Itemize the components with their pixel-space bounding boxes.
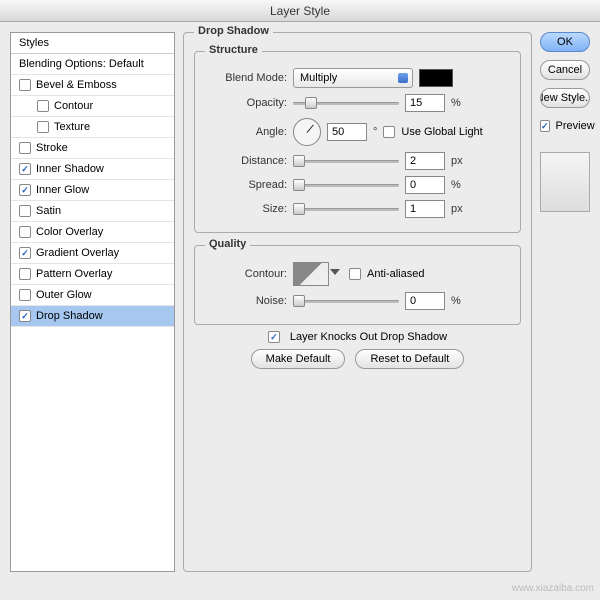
style-checkbox[interactable]	[37, 100, 49, 112]
watermark: www.xiazaiba.com	[512, 583, 594, 594]
sidebar-item-contour[interactable]: Contour	[11, 96, 174, 117]
distance-input[interactable]	[405, 152, 445, 170]
blend-mode-select[interactable]: Multiply	[293, 68, 413, 88]
anti-aliased-label: Anti-aliased	[367, 268, 424, 280]
sidebar-item-pattern-overlay[interactable]: Pattern Overlay	[11, 264, 174, 285]
angle-label: Angle:	[207, 126, 287, 138]
styles-panel: Styles Blending Options: Default Bevel &…	[10, 32, 175, 572]
size-unit: px	[451, 203, 463, 215]
style-label: Bevel & Emboss	[36, 79, 117, 91]
style-checkbox[interactable]	[19, 79, 31, 91]
size-slider[interactable]	[293, 202, 399, 216]
style-label: Inner Glow	[36, 184, 89, 196]
window-title: Layer Style	[0, 0, 600, 22]
style-label: Drop Shadow	[36, 310, 103, 322]
style-checkbox[interactable]	[19, 226, 31, 238]
style-checkbox[interactable]	[19, 142, 31, 154]
style-checkbox[interactable]	[19, 310, 31, 322]
shadow-color-swatch[interactable]	[419, 69, 453, 87]
make-default-button[interactable]: Make Default	[251, 349, 346, 369]
sidebar-item-stroke[interactable]: Stroke	[11, 138, 174, 159]
style-checkbox[interactable]	[19, 184, 31, 196]
opacity-label: Opacity:	[207, 97, 287, 109]
style-label: Stroke	[36, 142, 68, 154]
sidebar-item-texture[interactable]: Texture	[11, 117, 174, 138]
sidebar-item-drop-shadow[interactable]: Drop Shadow	[11, 306, 174, 327]
knockout-label: Layer Knocks Out Drop Shadow	[290, 331, 447, 343]
opacity-unit: %	[451, 97, 461, 109]
sidebar-item-outer-glow[interactable]: Outer Glow	[11, 285, 174, 306]
size-label: Size:	[207, 203, 287, 215]
reset-default-button[interactable]: Reset to Default	[355, 349, 464, 369]
sidebar-item-inner-shadow[interactable]: Inner Shadow	[11, 159, 174, 180]
drop-shadow-panel: Drop Shadow Structure Blend Mode: Multip…	[183, 32, 532, 572]
preview-label: Preview	[556, 120, 595, 132]
cancel-button[interactable]: Cancel	[540, 60, 590, 80]
panel-title: Drop Shadow	[194, 25, 273, 37]
noise-unit: %	[451, 295, 461, 307]
style-checkbox[interactable]	[19, 163, 31, 175]
spread-slider[interactable]	[293, 178, 399, 192]
angle-unit: °	[373, 126, 377, 138]
distance-label: Distance:	[207, 155, 287, 167]
preview-thumbnail	[540, 152, 590, 212]
sidebar-item-bevel-emboss[interactable]: Bevel & Emboss	[11, 75, 174, 96]
style-label: Color Overlay	[36, 226, 103, 238]
size-input[interactable]	[405, 200, 445, 218]
angle-input[interactable]	[327, 123, 367, 141]
global-light-checkbox[interactable]	[383, 126, 395, 138]
quality-legend: Quality	[205, 238, 250, 250]
structure-group: Structure Blend Mode: Multiply Opacity: …	[194, 51, 521, 233]
anti-aliased-checkbox[interactable]	[349, 268, 361, 280]
global-light-label: Use Global Light	[401, 126, 482, 138]
spread-input[interactable]	[405, 176, 445, 194]
angle-dial[interactable]	[293, 118, 321, 146]
noise-input[interactable]	[405, 292, 445, 310]
style-checkbox[interactable]	[37, 121, 49, 133]
style-checkbox[interactable]	[19, 205, 31, 217]
blend-mode-label: Blend Mode:	[207, 72, 287, 84]
opacity-slider[interactable]	[293, 96, 399, 110]
spread-label: Spread:	[207, 179, 287, 191]
sidebar-item-inner-glow[interactable]: Inner Glow	[11, 180, 174, 201]
style-label: Satin	[36, 205, 61, 217]
opacity-input[interactable]	[405, 94, 445, 112]
structure-legend: Structure	[205, 44, 262, 56]
style-checkbox[interactable]	[19, 268, 31, 280]
style-label: Inner Shadow	[36, 163, 104, 175]
contour-picker[interactable]	[293, 262, 329, 286]
style-label: Texture	[54, 121, 90, 133]
styles-header[interactable]: Styles	[11, 33, 174, 54]
ok-button[interactable]: OK	[540, 32, 590, 52]
spread-unit: %	[451, 179, 461, 191]
blending-options[interactable]: Blending Options: Default	[11, 54, 174, 75]
style-checkbox[interactable]	[19, 289, 31, 301]
quality-group: Quality Contour: Anti-aliased Noise: %	[194, 245, 521, 325]
style-label: Outer Glow	[36, 289, 92, 301]
style-checkbox[interactable]	[19, 247, 31, 259]
preview-checkbox[interactable]	[540, 120, 550, 132]
sidebar-item-gradient-overlay[interactable]: Gradient Overlay	[11, 243, 174, 264]
style-label: Pattern Overlay	[36, 268, 112, 280]
noise-slider[interactable]	[293, 294, 399, 308]
noise-label: Noise:	[207, 295, 287, 307]
style-label: Contour	[54, 100, 93, 112]
contour-label: Contour:	[207, 268, 287, 280]
dialog-buttons: OK Cancel New Style... Preview	[540, 32, 590, 572]
new-style-button[interactable]: New Style...	[540, 88, 590, 108]
distance-slider[interactable]	[293, 154, 399, 168]
distance-unit: px	[451, 155, 463, 167]
knockout-checkbox[interactable]	[268, 331, 280, 343]
sidebar-item-satin[interactable]: Satin	[11, 201, 174, 222]
sidebar-item-color-overlay[interactable]: Color Overlay	[11, 222, 174, 243]
style-label: Gradient Overlay	[36, 247, 119, 259]
